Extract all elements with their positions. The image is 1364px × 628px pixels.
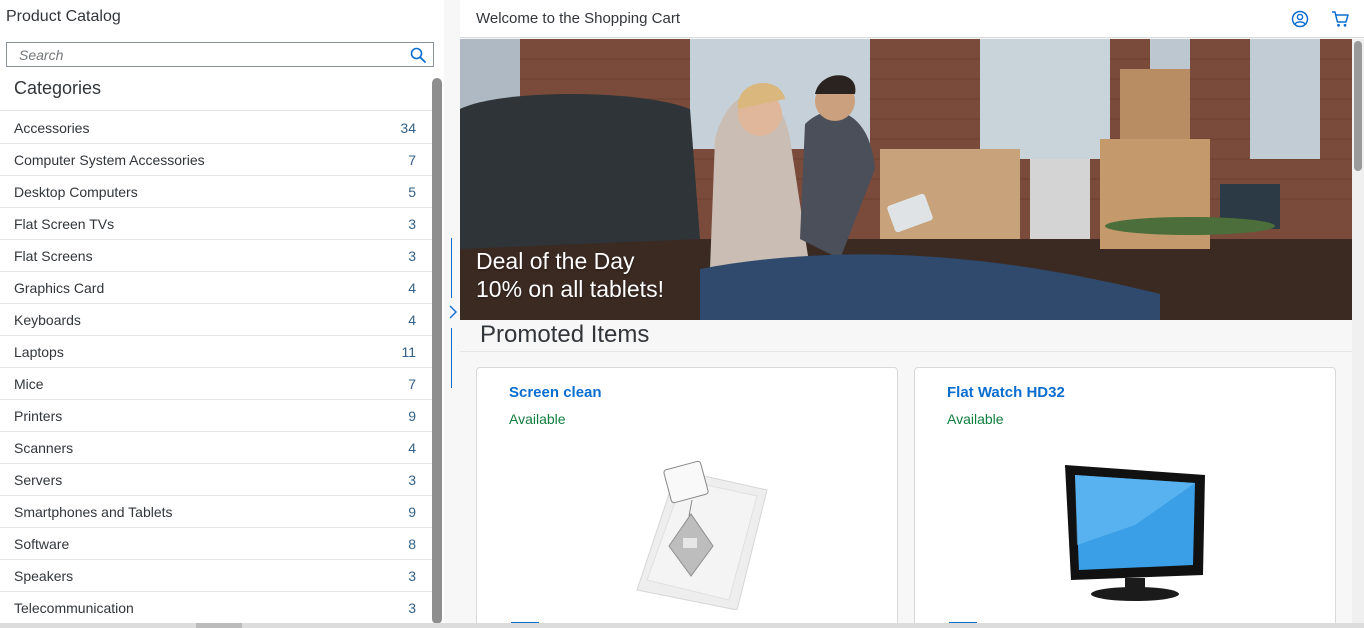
list-item[interactable]: Computer System Accessories 7 [0, 144, 432, 176]
categories-header: Categories [0, 76, 432, 111]
category-name: Speakers [14, 567, 74, 584]
chevron-right-icon[interactable] [448, 304, 458, 320]
category-count: 8 [408, 535, 416, 552]
list-item[interactable]: Software 8 [0, 528, 432, 560]
category-name: Scanners [14, 439, 74, 456]
hero-banner: Deal of the Day 10% on all tablets! [460, 39, 1352, 320]
list-item[interactable]: Scanners 4 [0, 432, 432, 464]
category-count: 4 [408, 311, 416, 328]
category-name: Laptops [14, 343, 64, 360]
category-name: Smartphones and Tablets [14, 503, 173, 520]
list-item[interactable]: Flat Screens 3 [0, 240, 432, 272]
horizontal-scrollbar[interactable] [0, 623, 1364, 628]
detail-title: Welcome to the Shopping Cart [476, 10, 681, 27]
search-input[interactable] [7, 43, 409, 66]
horizontal-scrollbar-thumb[interactable] [196, 623, 242, 628]
product-name-link[interactable]: Flat Watch HD32 [947, 384, 1065, 401]
category-name: Keyboards [14, 311, 81, 328]
page-scrollbar-thumb[interactable] [1354, 41, 1362, 171]
category-name: Flat Screen TVs [14, 215, 115, 232]
category-count: 7 [408, 151, 416, 168]
hero-caption: Deal of the Day 10% on all tablets! [476, 247, 664, 303]
category-name: Software [14, 535, 70, 552]
list-item[interactable]: Smartphones and Tablets 9 [0, 496, 432, 528]
list-item[interactable]: Graphics Card 4 [0, 272, 432, 304]
availability-status: Available [509, 411, 566, 427]
category-name: Accessories [14, 119, 90, 136]
category-count: 5 [408, 183, 416, 200]
availability-status: Available [947, 411, 1004, 427]
divider [460, 351, 1352, 352]
list-item[interactable]: Flat Screen TVs 3 [0, 208, 432, 240]
category-count: 3 [408, 215, 416, 232]
list-item[interactable]: Servers 3 [0, 464, 432, 496]
list-item[interactable]: Printers 9 [0, 400, 432, 432]
search-field[interactable] [6, 42, 434, 67]
category-list: Accessories 34 Computer System Accessorie… [0, 112, 432, 624]
header-bar: Welcome to the Shopping Cart [460, 0, 1364, 38]
category-count: 3 [408, 599, 416, 616]
product-name-link[interactable]: Screen clean [509, 384, 602, 401]
category-count: 4 [408, 279, 416, 296]
category-name: Flat Screens [14, 247, 93, 264]
list-item[interactable]: Telecommunication 3 [0, 592, 432, 624]
list-item[interactable]: Accessories 34 [0, 112, 432, 144]
product-card[interactable]: Screen clean Available [476, 367, 898, 628]
category-count: 9 [408, 407, 416, 424]
category-count: 3 [408, 471, 416, 488]
list-item[interactable]: Keyboards 4 [0, 304, 432, 336]
shopping-cart-icon[interactable] [1330, 9, 1350, 29]
category-name: Printers [14, 407, 63, 424]
category-count: 34 [400, 119, 416, 136]
page-scrollbar[interactable] [1352, 39, 1364, 628]
category-name: Telecommunication [14, 599, 134, 616]
list-item[interactable]: Desktop Computers 5 [0, 176, 432, 208]
master-panel: Product Catalog Categories Accessories34… [0, 0, 444, 628]
category-list-scrollbar[interactable] [432, 78, 442, 624]
list-item[interactable]: Laptops 11 [0, 336, 432, 368]
search-icon[interactable] [409, 46, 427, 64]
category-count: 11 [401, 343, 416, 360]
page-title: Product Catalog [6, 8, 121, 25]
category-count: 7 [408, 375, 416, 392]
category-count: 3 [408, 567, 416, 584]
promoted-items-title: Promoted Items [480, 321, 650, 348]
splitter-line-top [451, 238, 452, 298]
category-count: 3 [408, 247, 416, 264]
category-list-area: Categories Accessories 34 Computer System… [0, 76, 432, 628]
category-count: 4 [408, 439, 416, 456]
category-name: Computer System Accessories [14, 151, 205, 168]
splitter-line-bottom [451, 328, 452, 388]
detail-panel: Welcome to the Shopping Cart Deal of the… [460, 0, 1364, 628]
monitor-image [1065, 465, 1205, 601]
product-card[interactable]: Flat Watch HD32 Available [914, 367, 1336, 628]
category-name: Desktop Computers [14, 183, 138, 200]
category-name: Mice [14, 375, 44, 392]
splitter[interactable] [444, 0, 460, 628]
category-name: Graphics Card [14, 279, 105, 296]
user-account-icon[interactable] [1290, 9, 1310, 29]
hero-caption-line2: 10% on all tablets! [476, 276, 664, 302]
screen-cleaner-image [636, 460, 768, 610]
list-item[interactable]: Speakers 3 [0, 560, 432, 592]
category-count: 9 [408, 503, 416, 520]
category-name: Servers [14, 471, 63, 488]
hero-caption-line1: Deal of the Day [476, 248, 635, 274]
list-item[interactable]: Mice 7 [0, 368, 432, 400]
